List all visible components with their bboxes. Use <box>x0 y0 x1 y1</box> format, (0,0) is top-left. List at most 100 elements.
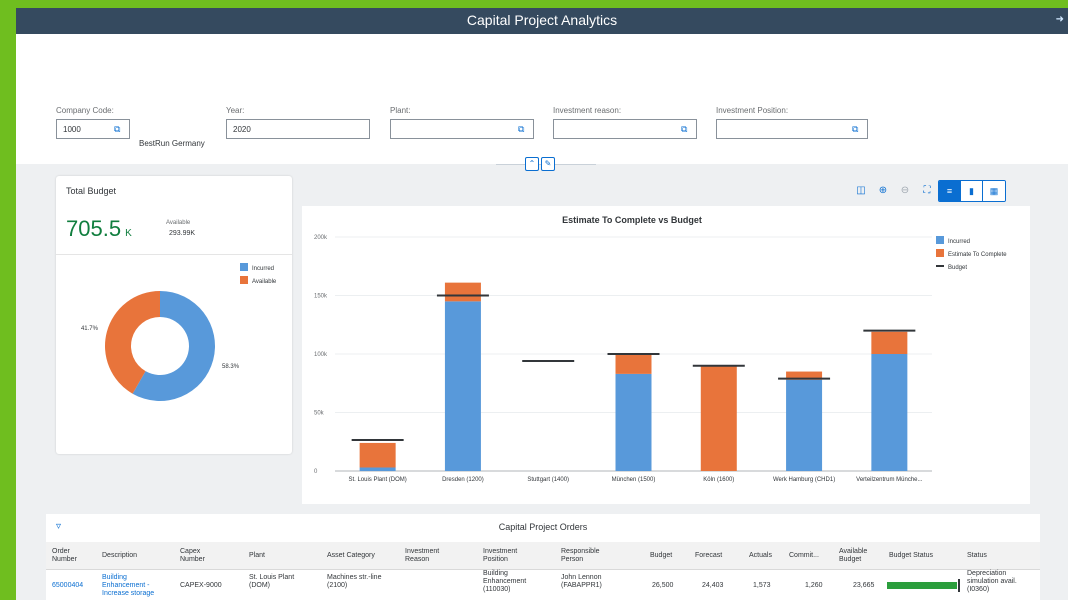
legend-entry: Estimate To Complete <box>948 252 1007 258</box>
order-number-link[interactable]: 65000404 <box>52 582 83 590</box>
column-header[interactable]: Investment Reason <box>405 548 455 564</box>
filter-investment-reason: Investment reason: ⧉ <box>553 106 697 139</box>
column-header[interactable]: Budget Status <box>889 552 933 560</box>
investment-reason-input[interactable]: ⧉ <box>553 119 697 139</box>
total-budget-card[interactable]: Total Budget 705.5 K Available 293.99K 58… <box>56 176 292 454</box>
plant-input[interactable]: ⧉ <box>390 119 534 139</box>
zoom-out-icon[interactable]: ⊖ <box>894 180 916 202</box>
legend-entry: Incurred <box>252 266 274 272</box>
bar-incurred <box>444 301 481 471</box>
side-accent-bar <box>0 0 16 600</box>
value-help-icon[interactable]: ⧉ <box>852 124 862 134</box>
value-help-icon[interactable]: ⧉ <box>114 124 124 134</box>
investment-position-input[interactable]: ⧉ <box>716 119 868 139</box>
budget-cell: 26,500 <box>652 582 674 589</box>
budget-status-bar <box>887 582 957 589</box>
legend-toggle-icon[interactable]: ◫ <box>850 180 872 202</box>
y-tick-label: 200k <box>314 235 328 241</box>
shell-bar: Capital Project Analytics ➜ <box>16 8 1068 34</box>
legend-entry: Budget <box>948 265 967 271</box>
logout-icon[interactable]: ➜ <box>1056 14 1064 25</box>
bar-estimate-to-complete <box>444 282 481 302</box>
column-header[interactable]: Forecast <box>695 552 722 560</box>
column-header[interactable]: Budget <box>650 552 672 560</box>
kpi-value: 705.5 K <box>66 216 132 242</box>
bar-incurred <box>871 354 908 471</box>
description-link[interactable]: Building Enhancement - Increase storage <box>102 574 172 598</box>
investment-position-cell: Building Enhancement (110030) <box>483 570 527 593</box>
year-input[interactable]: 2020 <box>226 119 370 139</box>
actuals-cell: 1,573 <box>753 582 771 589</box>
value-help-icon[interactable]: ⧉ <box>518 124 528 134</box>
collapse-header-icon[interactable]: ⌃ <box>525 157 539 171</box>
column-header[interactable]: Available Budget <box>839 548 879 564</box>
column-header[interactable]: Commit... <box>789 552 819 560</box>
column-header[interactable]: Investment Position <box>483 548 538 564</box>
status-cell: Depreciation simulation avail. (I0360) <box>967 570 1017 593</box>
x-tick-label: Dresden (1200) <box>442 477 484 483</box>
y-tick-label: 100k <box>314 352 328 358</box>
column-header[interactable]: Responsible Person <box>561 548 616 564</box>
bar-estimate-to-complete <box>359 442 396 468</box>
investment-position-label: Investment Position: <box>716 106 789 115</box>
filter-bar: Company Code: 1000 ⧉ BestRun Germany Yea… <box>16 34 1068 171</box>
pin-header-icon[interactable]: ✎ <box>541 157 555 171</box>
available-label: Available <box>166 220 191 226</box>
legend-entry: Available <box>252 279 277 285</box>
bar-incurred <box>359 467 396 471</box>
donut-slice-label: 58.3% <box>222 364 240 370</box>
card-title: Total Budget <box>66 186 117 196</box>
donut-slice-label: 41.7% <box>81 326 99 332</box>
x-tick-label: Verteilzentrum Münche... <box>856 477 923 483</box>
budget-status-marker <box>958 579 960 592</box>
header-toggle-group: ⌃ ✎ <box>525 157 555 171</box>
column-header[interactable]: Asset Category <box>327 552 397 560</box>
plant-label: Plant: <box>390 106 411 115</box>
legend-swatch <box>240 276 248 284</box>
fullscreen-icon[interactable]: ⛶ <box>916 180 938 202</box>
table-title: Capital Project Orders <box>498 522 588 532</box>
column-header[interactable]: Status <box>967 552 987 560</box>
app-title: Capital Project Analytics <box>466 12 618 28</box>
column-header[interactable]: Actuals <box>749 552 772 560</box>
column-chart-view-icon[interactable]: ▮ <box>961 181 983 201</box>
table-view-icon[interactable]: ▦ <box>983 181 1005 201</box>
value-help-icon[interactable]: ⧉ <box>681 124 691 134</box>
company-code-description: BestRun Germany <box>139 139 205 148</box>
filter-company-code: Company Code: 1000 ⧉ BestRun Germany <box>56 106 205 148</box>
bar-estimate-to-complete <box>871 331 908 354</box>
top-accent-bar <box>0 0 1068 8</box>
legend-swatch <box>240 263 248 271</box>
forecast-cell: 24,403 <box>702 582 724 589</box>
table-header: Order Number Description Capex Number Pl… <box>46 542 1040 570</box>
legend-swatch <box>936 236 944 244</box>
bar-chart-view-icon[interactable]: ≡ <box>939 181 961 201</box>
column-header[interactable]: Order Number <box>52 548 92 564</box>
company-code-input[interactable]: 1000 ⧉ BestRun Germany <box>56 119 205 148</box>
year-label: Year: <box>226 106 245 115</box>
filter-plant: Plant: ⧉ <box>390 106 534 139</box>
asset-category-cell: Machines str.-line (2100) <box>327 574 382 589</box>
legend-entry: Incurred <box>948 239 970 245</box>
filter-year: Year: 2020 <box>226 106 370 139</box>
available-budget-cell: 23,665 <box>853 582 875 589</box>
capital-project-orders-table: ▿ Capital Project Orders Order Number De… <box>46 514 1040 600</box>
responsible-person-cell: John Lennon (FABAPPR1) <box>561 574 602 589</box>
x-tick-label: St. Louis Plant (DOM) <box>348 477 406 483</box>
y-tick-label: 50k <box>314 411 325 417</box>
zoom-in-icon[interactable]: ⊕ <box>872 180 894 202</box>
column-header[interactable]: Description <box>102 552 162 560</box>
table-row[interactable]: 65000404 Building Enhancement - Increase… <box>46 570 1040 600</box>
commitment-cell: 1,260 <box>805 582 823 589</box>
kpi-unit: K <box>125 228 132 239</box>
bar-estimate-to-complete <box>700 365 737 471</box>
company-code-label: Company Code: <box>56 106 114 115</box>
year-value: 2020 <box>233 125 251 134</box>
legend-swatch <box>936 249 944 257</box>
chart-title: Estimate To Complete vs Budget <box>562 215 702 225</box>
investment-reason-label: Investment reason: <box>553 106 622 115</box>
chart-toolbar: ◫ ⊕ ⊖ ⛶ ≡ ▮ ▦ <box>850 180 1006 202</box>
available-value: 293.99K <box>169 230 196 237</box>
column-header[interactable]: Capex Number <box>180 548 220 564</box>
column-header[interactable]: Plant <box>249 552 309 560</box>
